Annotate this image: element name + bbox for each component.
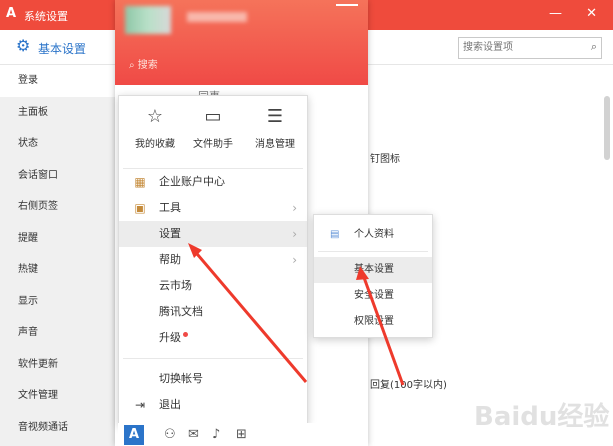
- annotation-arrows: [188, 243, 405, 386]
- annotation-arrowhead: [356, 266, 369, 280]
- watermark: Baidu经验: [474, 402, 610, 432]
- annotation-arrow-settings: [190, 247, 308, 383]
- annotation-arrow-basic-settings: [360, 271, 405, 386]
